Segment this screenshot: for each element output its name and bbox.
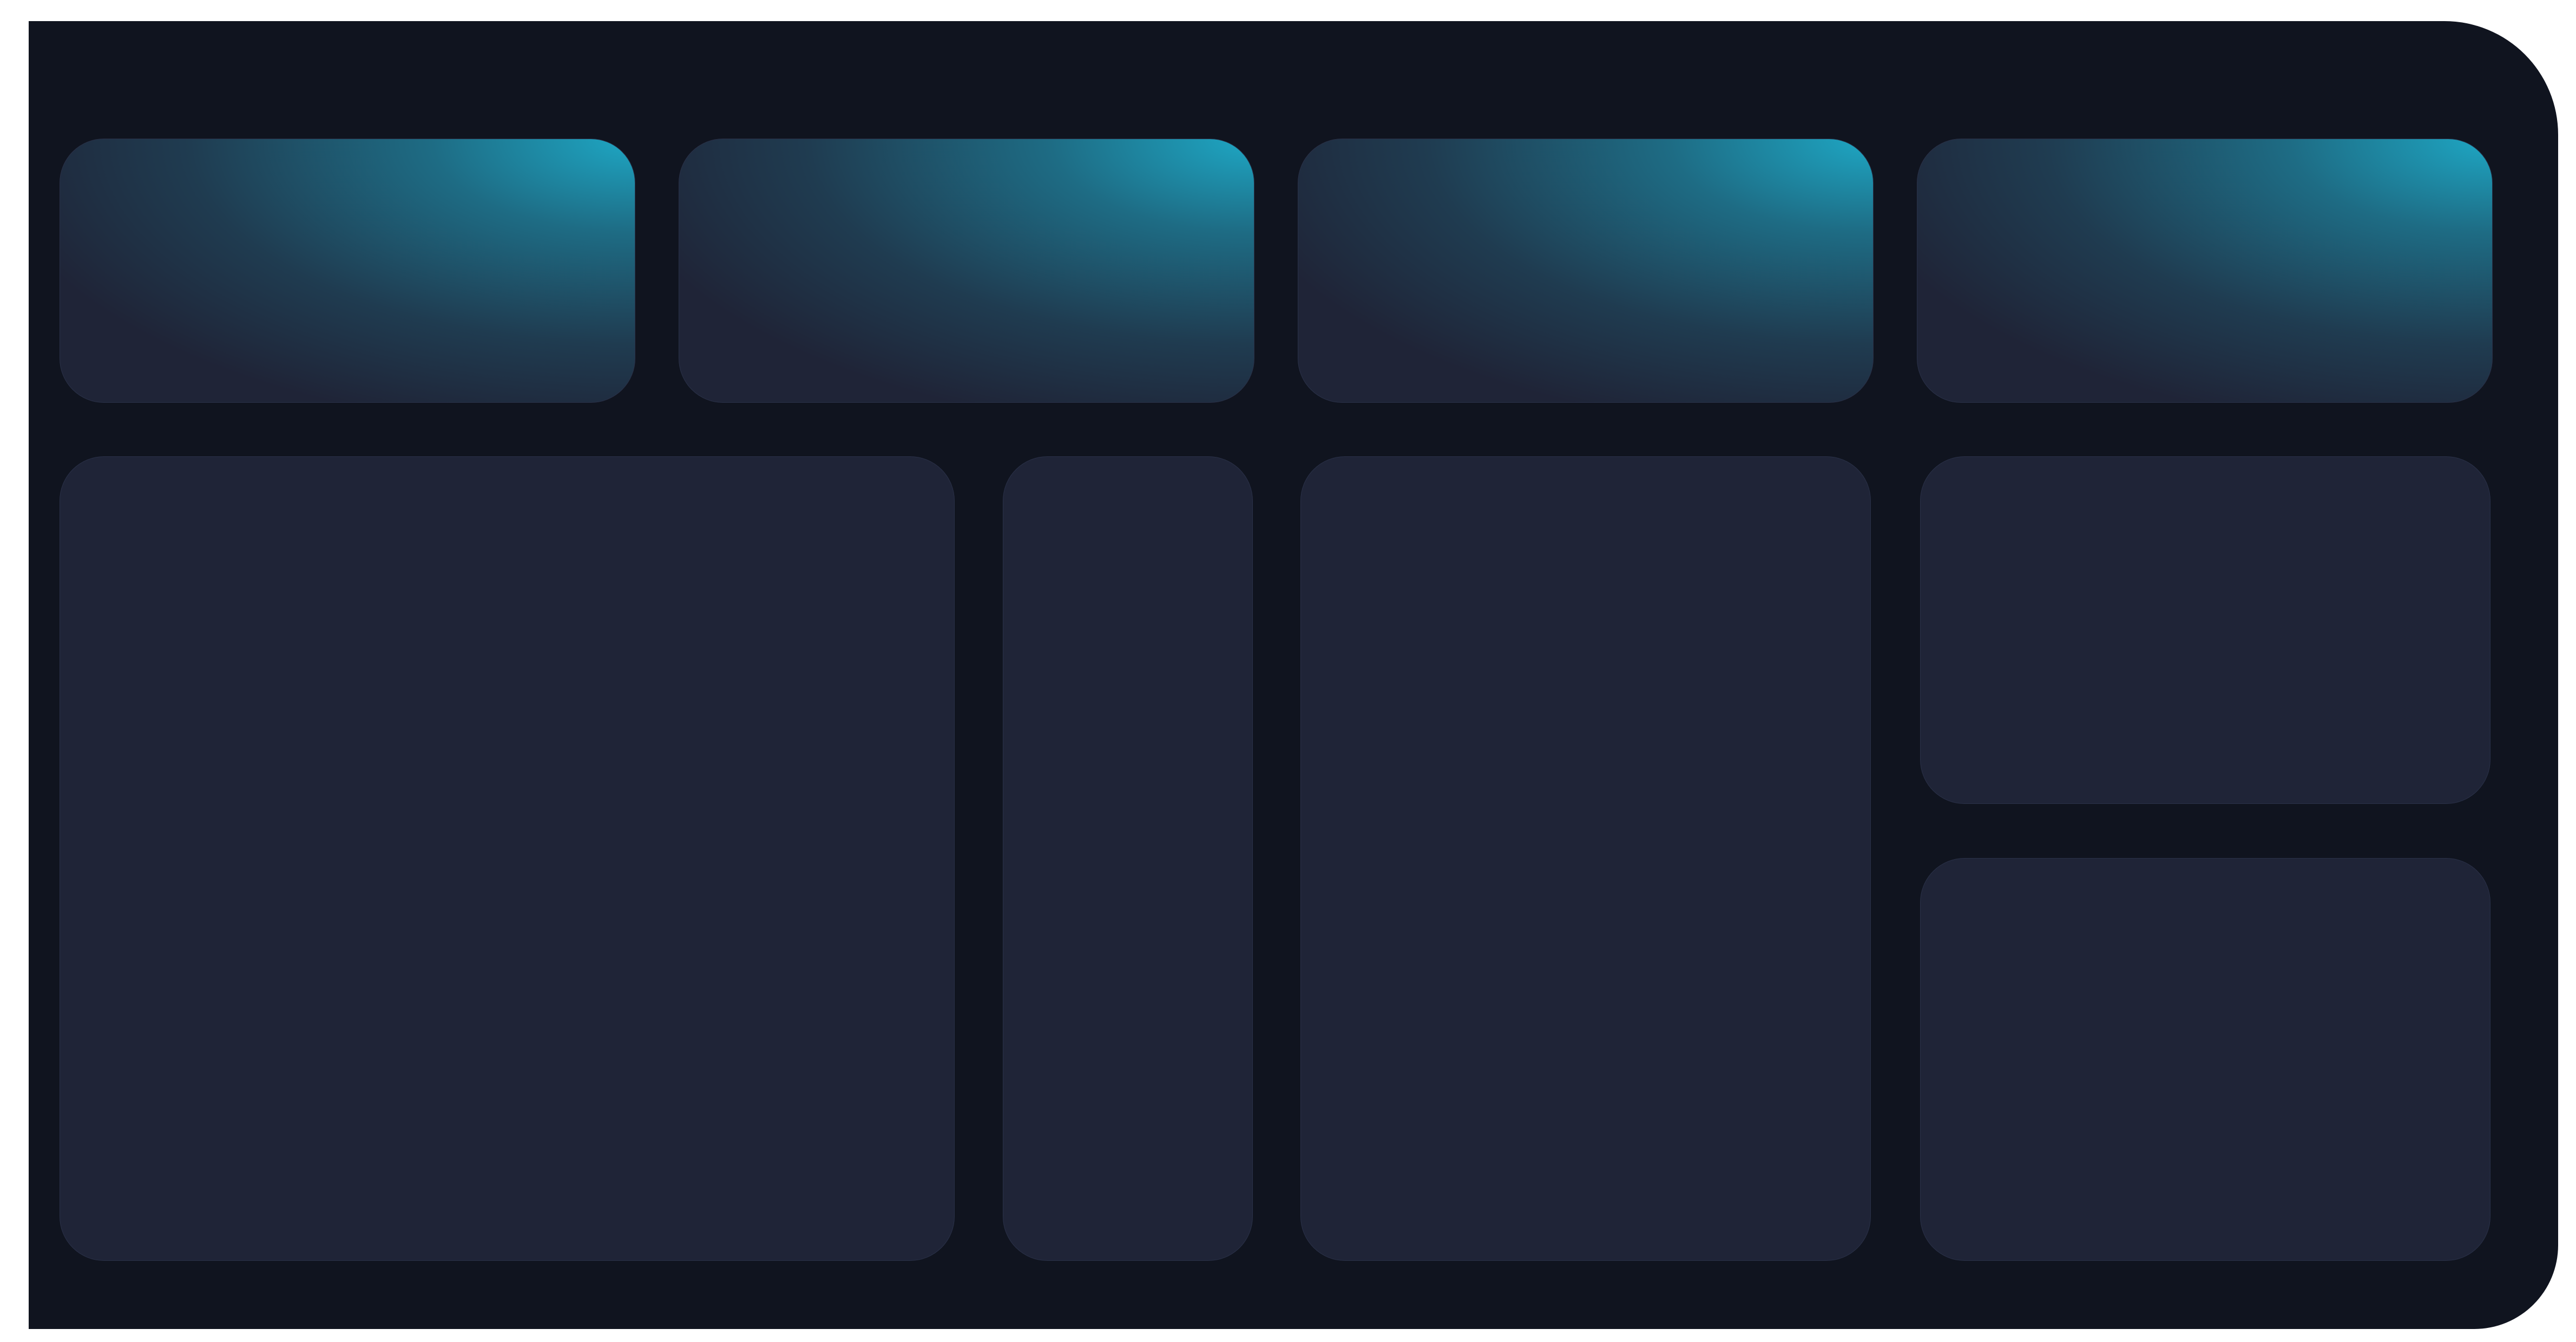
stat-card	[1917, 139, 2493, 403]
main-panel	[60, 456, 955, 1261]
side-panel-top	[1920, 456, 2490, 804]
side-panel-bottom	[1920, 858, 2490, 1261]
middle-panel	[1300, 456, 1871, 1261]
narrow-panel	[1003, 456, 1253, 1261]
stat-card	[1298, 139, 1874, 403]
stat-card	[679, 139, 1254, 403]
stat-card	[60, 139, 635, 403]
